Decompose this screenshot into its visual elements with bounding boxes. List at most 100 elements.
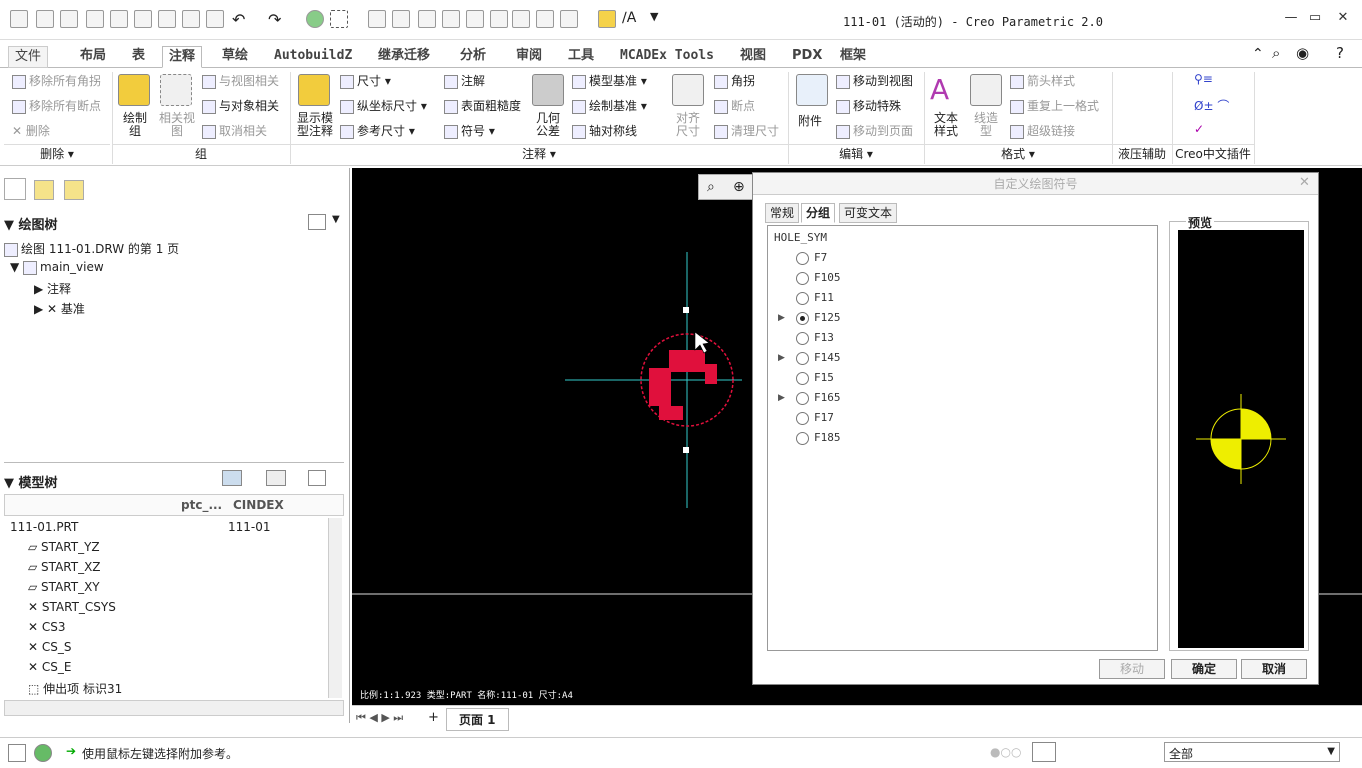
list-item[interactable]: ✕ START_CSYS <box>28 600 368 614</box>
chevron-down-icon[interactable]: ▼ <box>332 214 340 225</box>
tree-settings-icon[interactable] <box>308 214 326 230</box>
symbol-item-label[interactable]: F145 <box>814 350 841 366</box>
layer-icon[interactable] <box>60 10 78 28</box>
sheet-icon[interactable] <box>466 10 484 28</box>
model-tree-tab-icon[interactable] <box>4 178 26 200</box>
list-item[interactable]: ▱ START_XZ <box>28 560 368 574</box>
move-to-view-button[interactable]: 移动到视图 <box>836 72 913 89</box>
tab-general[interactable]: 常规 <box>765 203 800 223</box>
group-format-label[interactable]: 格式 ▾ <box>924 144 1112 164</box>
symbol-item-label[interactable]: F105 <box>814 270 841 286</box>
window-icon[interactable] <box>206 10 224 28</box>
symbol-item-label[interactable]: F125 <box>814 310 841 326</box>
app-icon[interactable] <box>10 10 28 28</box>
column-header-cindex[interactable]: CINDEX <box>233 498 284 512</box>
print-icon[interactable] <box>134 10 152 28</box>
copy-icon[interactable] <box>158 10 176 28</box>
radio-f13[interactable] <box>796 332 809 345</box>
group-delete-label[interactable]: 删除 ▾ <box>4 144 110 164</box>
redo-icon[interactable]: ↷ <box>268 10 286 29</box>
plot-icon[interactable] <box>392 10 410 28</box>
zoom-in-icon[interactable]: ⊕ <box>733 179 745 195</box>
attach-button[interactable]: 附件 <box>798 112 822 129</box>
related-view-button[interactable]: 相关视图 <box>158 112 196 138</box>
tree-icon[interactable] <box>536 10 554 28</box>
draw-tree-header[interactable]: ▼ 绘图树 <box>4 214 344 233</box>
geo-tol-button[interactable]: 几何公差 <box>532 112 564 138</box>
tab-mcadex[interactable]: MCADEx Tools <box>614 46 720 68</box>
radio-f105[interactable] <box>796 272 809 285</box>
maximize-button[interactable]: ▭ <box>1306 10 1324 26</box>
draw-datum-button[interactable]: 绘制基准 ▾ <box>572 97 647 114</box>
radio-f15[interactable] <box>796 372 809 385</box>
symbol-item-label[interactable]: F15 <box>814 370 834 386</box>
sketch-icon[interactable]: ∕A <box>622 10 640 28</box>
show-icon[interactable] <box>222 470 242 486</box>
tab-annotate[interactable]: 注释 <box>162 46 203 68</box>
tab-pdx[interactable]: PDX <box>786 46 828 68</box>
selection-filter[interactable]: 全部 ▼ <box>1164 742 1340 762</box>
model-root[interactable]: 111-01.PRT <box>10 520 350 534</box>
radio-f17[interactable] <box>796 412 809 425</box>
symbol-item-label[interactable]: F7 <box>814 250 827 266</box>
tab-file[interactable]: 文件 <box>8 46 49 68</box>
unrelate-button[interactable]: 取消相关 <box>202 122 267 139</box>
find-icon[interactable] <box>1032 742 1056 762</box>
layer-tab-icon[interactable] <box>34 180 54 200</box>
horizontal-scrollbar[interactable] <box>4 700 344 716</box>
move-button[interactable]: 移动 <box>1099 659 1165 679</box>
search-icon[interactable]: ⌕ <box>1272 44 1280 62</box>
ok-button[interactable]: 确定 <box>1171 659 1237 679</box>
view-related-button[interactable]: 与视图相关 <box>202 72 279 89</box>
dialog-close-icon[interactable]: ✕ <box>1299 175 1310 190</box>
symbol-item-label[interactable]: F17 <box>814 410 834 426</box>
list-item[interactable]: ✕ CS_S <box>28 640 368 654</box>
cancel-button[interactable]: 取消 <box>1241 659 1307 679</box>
tab-inherit[interactable]: 继承迁移 <box>372 46 436 68</box>
group-edit-label[interactable]: 编辑 ▾ <box>788 144 924 164</box>
list-item[interactable]: ▱ START_YZ <box>28 540 368 554</box>
radio-f165[interactable] <box>796 392 809 405</box>
tab-view[interactable]: 视图 <box>734 46 772 68</box>
symbol-item-label[interactable]: F11 <box>814 290 834 306</box>
help-icon[interactable]: ? <box>1336 44 1344 62</box>
corner-button[interactable]: 角拐 <box>714 72 755 89</box>
tab-autobuildz[interactable]: AutobuildZ <box>268 46 358 68</box>
list-item[interactable]: ⬚ 伸出项 标识31 <box>28 680 368 697</box>
community-icon[interactable]: ◉ <box>1296 44 1309 62</box>
save-icon[interactable] <box>110 10 128 28</box>
remove-all-angles-button[interactable]: 移除所有角拐 <box>12 72 101 89</box>
regenerate-icon[interactable] <box>306 10 324 28</box>
open-icon[interactable] <box>86 10 104 28</box>
qa-customize-icon[interactable]: ▼ <box>650 10 668 28</box>
tree-item-datums[interactable]: ▶ ✕ 基准 <box>34 300 374 317</box>
tab-table[interactable]: 表 <box>126 46 151 68</box>
undo-icon[interactable]: ↶ <box>232 10 250 29</box>
minimize-button[interactable]: — <box>1282 10 1300 26</box>
close-button[interactable]: ✕ <box>1334 10 1352 26</box>
plugin-icon-2[interactable]: Ø± ⌒ <box>1194 97 1229 114</box>
vertical-scrollbar[interactable] <box>328 518 342 698</box>
new-icon[interactable] <box>36 10 54 28</box>
tab-review[interactable]: 审阅 <box>510 46 548 68</box>
paste-icon[interactable] <box>182 10 200 28</box>
break-button[interactable]: 断点 <box>714 97 755 114</box>
hyperlink-button[interactable]: 超级链接 <box>1010 122 1075 139</box>
favorites-tab-icon[interactable] <box>64 180 84 200</box>
radio-f125[interactable] <box>796 312 809 325</box>
list-item[interactable]: ✕ CS_E <box>28 660 368 674</box>
zoom-fit-icon[interactable]: ⌕ <box>707 179 715 195</box>
expand-icon[interactable]: ▶ <box>778 353 785 363</box>
table-icon[interactable] <box>442 10 460 28</box>
delete-button[interactable]: ✕ 删除 <box>12 122 50 139</box>
expand-icon[interactable]: ▶ <box>778 393 785 403</box>
folder-icon[interactable] <box>598 10 616 28</box>
radio-f145[interactable] <box>796 352 809 365</box>
tools-icon[interactable] <box>266 470 286 486</box>
browser-toggle-icon[interactable] <box>34 744 52 762</box>
line-style-button[interactable]: 线造型 <box>972 112 1000 138</box>
symbol-item-label[interactable]: F185 <box>814 430 841 446</box>
show-model-annot-button[interactable]: 显示模型注释 <box>294 112 336 138</box>
tab-layout[interactable]: 布局 <box>74 46 112 68</box>
move-to-page-button[interactable]: 移动到页面 <box>836 122 913 139</box>
